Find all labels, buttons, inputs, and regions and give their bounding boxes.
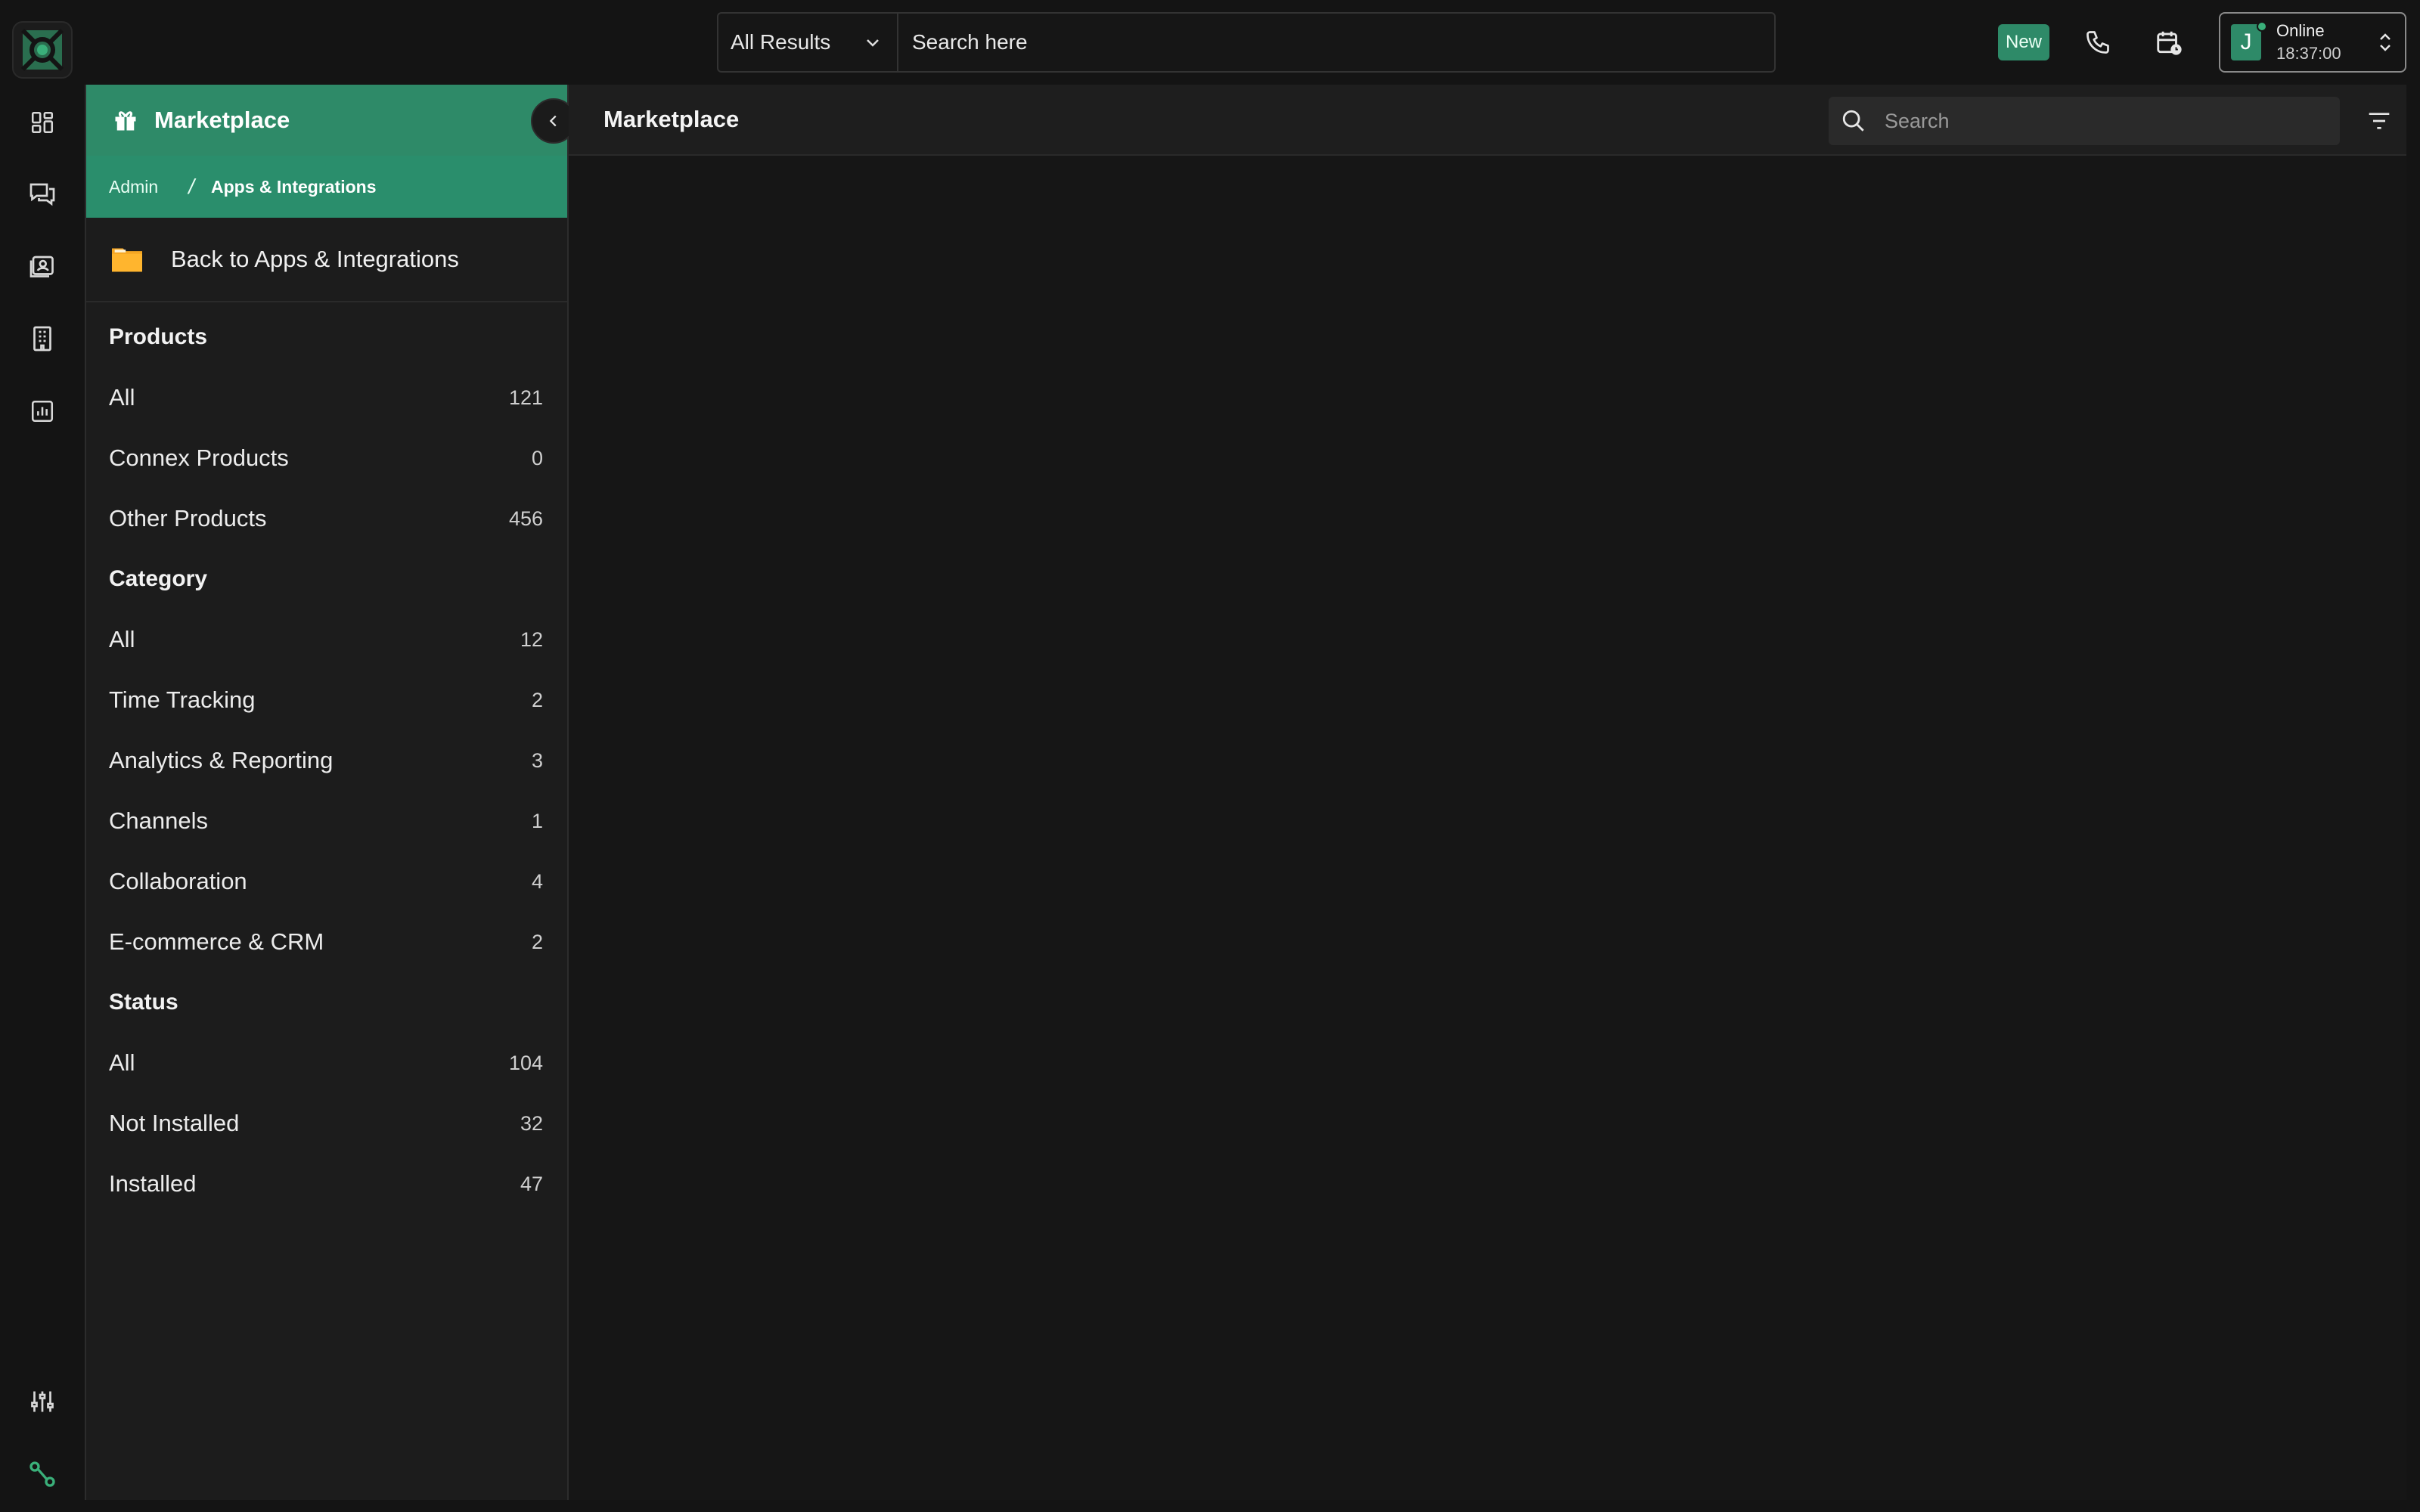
section-status-title: Status xyxy=(109,990,178,1015)
filter-count: 104 xyxy=(508,1051,543,1074)
phone-icon[interactable] xyxy=(2077,21,2119,64)
online-indicator xyxy=(2257,21,2267,32)
sidebar-title: Marketplace xyxy=(154,107,290,133)
chevron-left-icon xyxy=(549,115,557,127)
global-search-input[interactable] xyxy=(898,14,1774,71)
avatar: J xyxy=(2231,21,2267,60)
filter-count: 47 xyxy=(520,1172,543,1195)
filter-label: All xyxy=(109,384,135,411)
filter-label: Not Installed xyxy=(109,1110,240,1136)
chevron-down-icon xyxy=(867,39,879,47)
filter-label: All xyxy=(109,1049,135,1076)
breadcrumb-separator: / xyxy=(188,175,194,198)
marketplace-search xyxy=(1829,97,2340,145)
top-bar: All Results New J Online 18:37:00 xyxy=(0,0,2420,85)
filter-category-time-tracking[interactable]: Time Tracking 2 xyxy=(86,670,567,730)
main-header: Marketplace xyxy=(569,85,2406,156)
global-search: All Results xyxy=(717,12,1776,73)
filter-category-analytics[interactable]: Analytics & Reporting 3 xyxy=(86,730,567,791)
filter-label: E-commerce & CRM xyxy=(109,928,324,955)
section-category-title: Category xyxy=(109,566,208,591)
filter-category-channels[interactable]: Channels 1 xyxy=(86,791,567,851)
filter-count: 2 xyxy=(531,930,543,953)
status-label: Online xyxy=(2276,21,2325,40)
filter-products-all[interactable]: All 121 xyxy=(86,367,567,428)
building-icon[interactable] xyxy=(23,319,62,358)
filter-status-all[interactable]: All 104 xyxy=(86,1033,567,1093)
integrations-icon[interactable] xyxy=(23,1455,62,1494)
filter-count: 1 xyxy=(531,809,543,832)
marketplace-search-input[interactable] xyxy=(1866,97,2340,145)
filter-count: 456 xyxy=(508,507,543,530)
filter-label: Channels xyxy=(109,807,208,834)
filter-category-ecommerce-crm[interactable]: E-commerce & CRM 2 xyxy=(86,912,567,972)
filter-label: Analytics & Reporting xyxy=(109,747,334,773)
left-rail xyxy=(0,85,85,1512)
conversations-icon[interactable] xyxy=(23,174,62,213)
filter-category-collaboration[interactable]: Collaboration 4 xyxy=(86,851,567,912)
section-products-title: Products xyxy=(109,324,208,349)
back-link-label: Back to Apps & Integrations xyxy=(171,246,459,272)
main-content: Marketplace xyxy=(569,85,2406,1500)
filter-status-installed[interactable]: Installed 47 xyxy=(86,1154,567,1214)
filter-category-all[interactable]: All 12 xyxy=(86,609,567,670)
breadcrumb-current[interactable]: Apps & Integrations xyxy=(211,177,377,197)
filter-products-connex[interactable]: Connex Products 0 xyxy=(86,428,567,488)
marketplace-results-area xyxy=(569,156,2406,1498)
filter-label: Other Products xyxy=(109,505,267,531)
settings-sliders-icon[interactable] xyxy=(23,1382,62,1421)
reports-icon[interactable] xyxy=(23,392,62,431)
filter-label: Installed xyxy=(109,1170,197,1197)
search-scope-select[interactable]: All Results xyxy=(718,14,898,71)
filter-count: 32 xyxy=(520,1111,543,1135)
filter-count: 4 xyxy=(531,869,543,893)
folder-icon xyxy=(112,248,142,272)
gift-icon xyxy=(115,111,136,131)
status-timer: 18:37:00 xyxy=(2276,44,2341,63)
filter-status-not-installed[interactable]: Not Installed 32 xyxy=(86,1093,567,1154)
filter-count: 0 xyxy=(531,446,543,469)
filter-products-other[interactable]: Other Products 456 xyxy=(86,488,567,549)
sidebar-header: Marketplace xyxy=(86,85,576,156)
filter-label: Time Tracking xyxy=(109,686,256,713)
search-icon xyxy=(1842,110,1864,132)
filter-label: Collaboration xyxy=(109,868,247,894)
user-status-switcher[interactable]: J Online 18:37:00 xyxy=(2219,12,2406,73)
avatar-initial: J xyxy=(2240,29,2252,54)
breadcrumb: Admin / Apps & Integrations xyxy=(86,156,567,218)
dashboard-icon[interactable] xyxy=(23,103,62,142)
page-title: Marketplace xyxy=(603,106,740,132)
filter-button[interactable] xyxy=(2358,100,2400,142)
breadcrumb-admin[interactable]: Admin xyxy=(109,177,158,197)
search-scope-label: All Results xyxy=(731,30,831,54)
logo-icon xyxy=(20,28,64,72)
marketplace-sidebar: Marketplace Admin / Apps & Integrations … xyxy=(85,85,576,1500)
chevron-up-down-icon xyxy=(2380,33,2391,51)
filter-count: 12 xyxy=(520,627,543,651)
contacts-icon[interactable] xyxy=(23,246,62,286)
filter-count: 121 xyxy=(508,386,543,409)
filter-count: 3 xyxy=(531,748,543,772)
filter-count: 2 xyxy=(531,688,543,711)
filter-label: All xyxy=(109,626,135,652)
filter-lines-icon xyxy=(2369,113,2390,129)
filter-label: Connex Products xyxy=(109,445,289,471)
new-button[interactable]: New xyxy=(1998,24,2049,60)
app-logo[interactable] xyxy=(12,21,73,79)
calendar-clock-icon[interactable] xyxy=(2148,21,2190,64)
back-to-apps-link[interactable]: Back to Apps & Integrations xyxy=(86,218,567,302)
